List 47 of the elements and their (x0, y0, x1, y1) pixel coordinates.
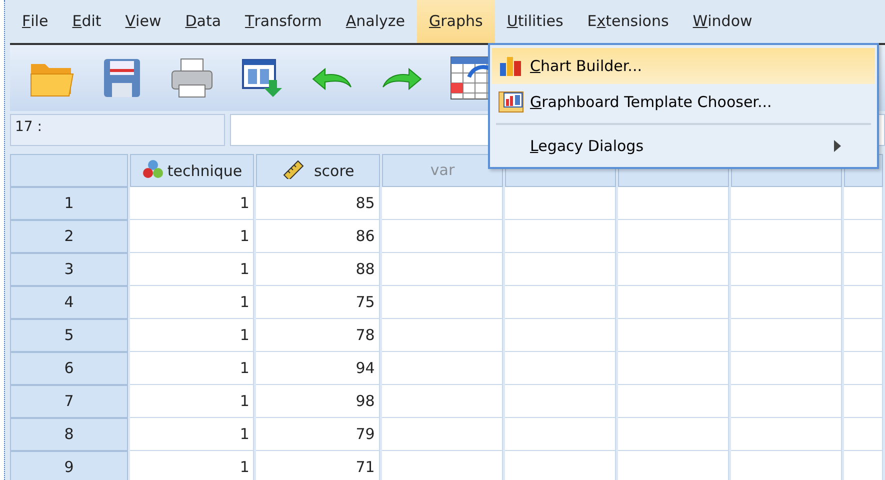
table-cell: 86 (256, 220, 380, 253)
menu-item[interactable]: File (10, 0, 60, 43)
row-header[interactable]: 2 (10, 220, 128, 253)
column-header[interactable]: score (256, 154, 380, 187)
row-header[interactable]: 8 (10, 418, 128, 451)
table-cell: 1 (130, 451, 254, 480)
table-cell: 1 (130, 319, 254, 352)
table-cell: 1 (130, 253, 254, 286)
table-cell: 1 (130, 385, 254, 418)
menu-item[interactable]: Graphs (417, 0, 495, 43)
table-cell: 1 (130, 220, 254, 253)
row-header[interactable]: 6 (10, 352, 128, 385)
table-cell: 94 (256, 352, 380, 385)
row-header[interactable]: 3 (10, 253, 128, 286)
row-header[interactable]: 4 (10, 286, 128, 319)
chart-template-icon (498, 91, 524, 113)
menu-item[interactable]: Graphboard Template Chooser... (492, 84, 875, 120)
row-header[interactable]: 9 (10, 451, 128, 480)
menu-item[interactable]: Chart Builder... (492, 48, 875, 84)
row-header[interactable]: 7 (10, 385, 128, 418)
menu-item[interactable]: Edit (60, 0, 114, 43)
table-cell: 1 (130, 352, 254, 385)
menu-item[interactable]: Window (680, 0, 764, 43)
row-header[interactable]: 1 (10, 187, 128, 220)
table-cell: 1 (130, 187, 254, 220)
table-cell: 1 (130, 418, 254, 451)
nominal-icon (142, 158, 164, 179)
menu-item[interactable]: Analyze (334, 0, 417, 43)
table-cell: 78 (256, 319, 380, 352)
menu-item[interactable]: View (113, 0, 174, 43)
table-cell: 88 (256, 253, 380, 286)
table-cell: 98 (256, 385, 380, 418)
menu-item[interactable]: Utilities (494, 0, 576, 43)
menu-item[interactable]: Extensions (575, 0, 681, 43)
menu-item[interactable]: Transform (233, 0, 334, 43)
ruler-icon (282, 158, 306, 179)
cell-reference: 17 : (10, 114, 225, 146)
bar-chart-icon (498, 55, 524, 77)
table-cell: 85 (256, 187, 380, 220)
table-cell: 75 (256, 286, 380, 319)
menu-item[interactable]: Data (173, 0, 234, 43)
submenu-arrow-icon (833, 140, 841, 152)
table-cell: 71 (256, 451, 380, 480)
row-header[interactable]: 5 (10, 319, 128, 352)
column-header[interactable]: technique (130, 154, 254, 187)
table-cell: 79 (256, 418, 380, 451)
table-cell: 1 (130, 286, 254, 319)
